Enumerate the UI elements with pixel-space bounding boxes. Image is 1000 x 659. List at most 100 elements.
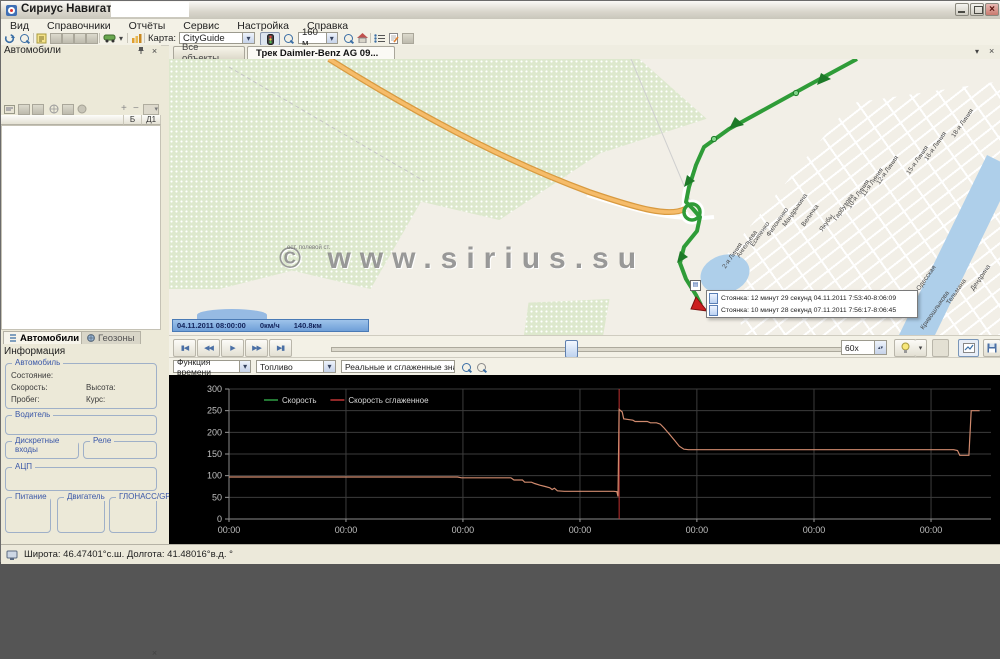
column-name[interactable]	[1, 115, 124, 125]
svg-text:00:00: 00:00	[920, 525, 943, 535]
chevron-down-icon[interactable]: ▾	[242, 33, 254, 43]
chevron-down-icon[interactable]: ▾	[239, 361, 250, 372]
close-panel-icon[interactable]: ×	[149, 46, 160, 57]
tab-track-label: Трек Daimler-Benz AG 09...	[256, 48, 378, 59]
edit-sheet-button[interactable]	[387, 32, 400, 44]
timeline-slider-track[interactable]	[331, 347, 855, 352]
column-options-dropdown[interactable]: ▾	[143, 104, 159, 115]
close-icon: ×	[989, 4, 995, 15]
coordinates-text: Широта: 46.47401°с.ш. Долгота: 41.48016°…	[24, 549, 233, 560]
spin-buttons[interactable]: ▴▾	[874, 341, 886, 354]
refresh-button[interactable]	[3, 32, 16, 44]
chevron-down-icon: ▾	[154, 106, 158, 113]
info-panel-title: Информация	[4, 346, 65, 357]
lightbulb-button[interactable]	[894, 339, 916, 357]
tab-geozones[interactable]: Геозоны	[81, 331, 141, 344]
svg-text:00:00: 00:00	[803, 525, 826, 535]
veh-tool-disabled-3	[61, 103, 74, 115]
svg-text:00:00: 00:00	[569, 525, 592, 535]
menu-settings[interactable]: Настройка	[228, 20, 298, 32]
zoom-search-button[interactable]	[282, 32, 295, 44]
speed-select[interactable]: 60x ▴▾	[841, 340, 887, 355]
track-point-icon[interactable]: ▤	[690, 280, 701, 291]
menu-view[interactable]: Вид	[1, 20, 38, 32]
chart-zoom-out-button[interactable]	[475, 361, 488, 373]
rewind-button[interactable]: ◀◀	[197, 339, 220, 357]
veh-tool-disabled-1	[17, 103, 30, 115]
status-bar: Широта: 46.47401°с.ш. Долгота: 41.48016°…	[1, 544, 1000, 564]
minimize-button[interactable]	[955, 3, 969, 16]
disabled-icon	[32, 104, 44, 115]
app-icon	[5, 4, 18, 17]
svg-text:Скорость сглаженное: Скорость сглаженное	[348, 396, 429, 405]
edit-note-button[interactable]	[35, 32, 48, 44]
remove-vehicle-icon[interactable]: −	[133, 103, 139, 114]
tab-list-dropdown-icon[interactable]: ▾	[975, 47, 979, 56]
timeline-slider-thumb[interactable]	[565, 340, 578, 358]
tooltip-row[interactable]: Стоянка: 12 минут 29 секунд 04.11.2011 7…	[709, 292, 915, 304]
menu-directories[interactable]: Справочники	[38, 20, 120, 32]
tooltip-text: Стоянка: 10 минут 28 секунд 07.11.2011 7…	[721, 307, 896, 314]
tab-vehicles[interactable]: Автомобили	[3, 331, 85, 344]
speed-label: Скорость:	[11, 383, 48, 392]
computer-icon	[6, 549, 18, 561]
svg-text:250: 250	[207, 406, 222, 416]
values-select[interactable]: Реальные и сглаженные значени ▾	[341, 360, 455, 373]
tab-all-objects[interactable]: Все объекты	[173, 46, 245, 59]
vehicle-filter-dropdown[interactable]: ▾	[117, 32, 125, 44]
vehicles-panel-title: Автомобили	[4, 45, 61, 56]
chevron-down-icon[interactable]: ▾	[326, 33, 337, 43]
tooltip-row[interactable]: Стоянка: 10 минут 28 секунд 07.11.2011 7…	[709, 304, 915, 316]
lightbulb-dropdown[interactable]: ▾	[915, 339, 927, 357]
speed-chart[interactable]: 05010015020025030000:0000:0000:0000:0000…	[169, 375, 1000, 544]
zoom-level-select[interactable]: 160 м ▾	[298, 32, 338, 44]
column-d1[interactable]: Д1	[142, 115, 161, 125]
restore-button[interactable]	[970, 3, 984, 16]
play-button[interactable]: ▶	[221, 339, 244, 357]
skip-start-button[interactable]: ▮◀	[173, 339, 196, 357]
save-button[interactable]	[983, 339, 1000, 357]
menu-reports[interactable]: Отчёты	[120, 20, 175, 32]
track-datetime: 04.11.2011 08:00:00	[173, 321, 246, 330]
column-b[interactable]: Б	[124, 115, 143, 125]
chart-toggle-button[interactable]	[958, 339, 979, 357]
chart-panel-button[interactable]	[130, 32, 143, 44]
svg-text:0: 0	[217, 514, 222, 524]
veh-tool-disabled-2	[31, 103, 44, 115]
toolbar-separator	[127, 33, 128, 43]
search-button[interactable]	[18, 32, 31, 44]
left-sidebar: Автомобили × + − ▾ Б Д1 Автомобили Г	[1, 45, 161, 544]
vehicle-list[interactable]	[1, 125, 161, 330]
tab-track[interactable]: Трек Daimler-Benz AG 09...	[247, 46, 395, 59]
list-view-button[interactable]	[373, 32, 386, 44]
rewind-icon: ◀◀	[204, 344, 213, 352]
skip-start-icon: ▮◀	[181, 344, 188, 352]
skip-end-button[interactable]: ▶▮	[269, 339, 292, 357]
driver-group-label: Водитель	[12, 410, 53, 419]
speed-value: 60x	[845, 343, 859, 353]
toolbar-separator	[370, 33, 371, 43]
home-button[interactable]	[356, 32, 369, 44]
pin-icon[interactable]	[137, 648, 148, 659]
vehicle-card-button[interactable]	[3, 103, 16, 115]
magnifier-icon	[462, 363, 471, 372]
fast-forward-button[interactable]: ▶▶	[245, 339, 268, 357]
magnifier-minus-icon	[344, 34, 353, 43]
pin-icon[interactable]	[137, 46, 148, 57]
function-select[interactable]: Функция времени ▾	[173, 360, 251, 373]
fuel-select[interactable]: Топливо ▾	[256, 360, 336, 373]
tab-close-icon[interactable]: ×	[989, 46, 994, 56]
traffic-button[interactable]	[260, 32, 280, 46]
map-canvas[interactable]: © www.sirius.su ост. полевой ст. 18-я Ли…	[169, 59, 1000, 335]
vehicle-filter-button[interactable]	[102, 32, 118, 44]
close-panel-icon[interactable]: ×	[149, 648, 160, 659]
title-bar: Сириус Навигатор - ×	[1, 1, 1000, 20]
magnifier-icon	[284, 34, 293, 43]
chart-zoom-in-button[interactable]	[460, 361, 473, 373]
tab-geozones-label: Геозоны	[98, 333, 135, 344]
zoom-out-button[interactable]	[342, 32, 355, 44]
close-button[interactable]: ×	[985, 3, 999, 16]
menu-service[interactable]: Сервис	[174, 20, 228, 32]
chevron-down-icon[interactable]: ▾	[323, 361, 335, 372]
add-vehicle-icon[interactable]: +	[121, 103, 127, 114]
